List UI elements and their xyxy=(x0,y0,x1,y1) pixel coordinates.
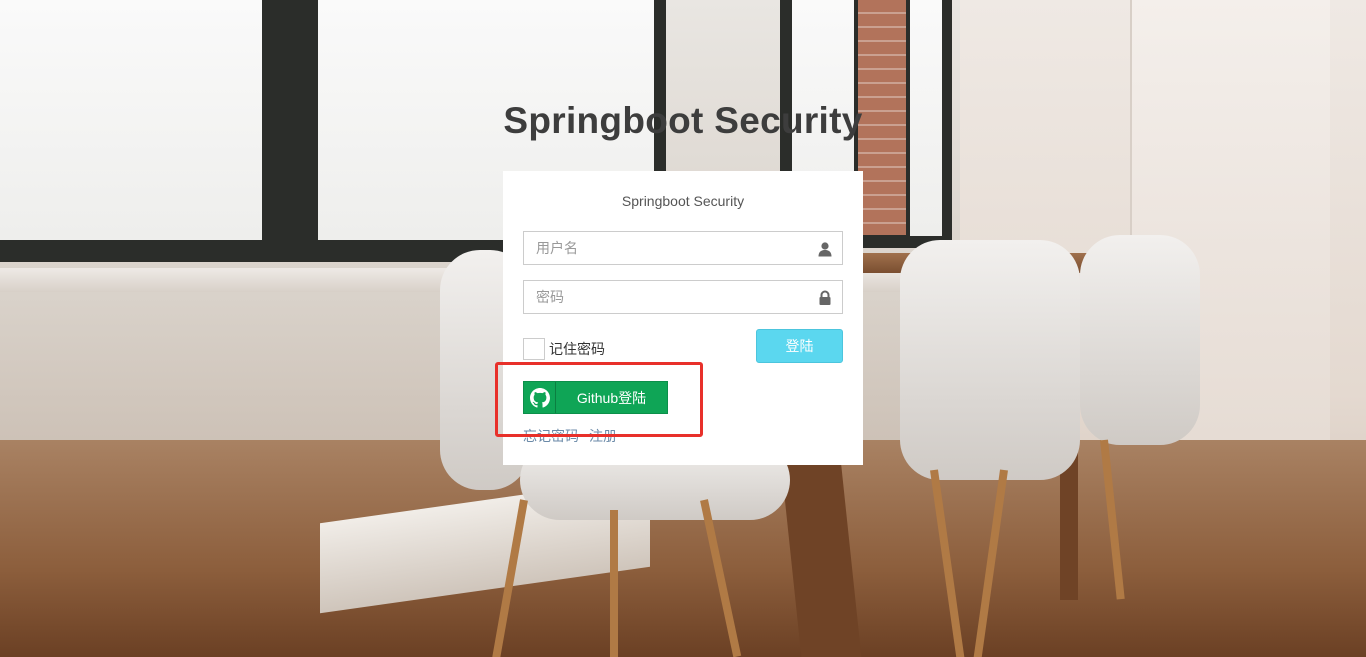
forgot-password-link[interactable]: 忘记密码 xyxy=(523,428,579,444)
password-input[interactable] xyxy=(524,281,842,313)
password-field[interactable] xyxy=(523,280,843,314)
user-icon xyxy=(817,241,833,257)
github-icon xyxy=(524,382,556,413)
login-panel: Springboot Security 记住密码 登陆 Gith xyxy=(503,171,863,465)
remember-password: 记住密码 xyxy=(523,338,605,360)
remember-label: 记住密码 xyxy=(549,341,605,357)
page-title: Springboot Security xyxy=(503,100,863,141)
github-login-button[interactable]: Github登陆 xyxy=(523,381,668,414)
chair xyxy=(900,240,1080,480)
username-input[interactable] xyxy=(524,232,842,264)
register-link[interactable]: 注册 xyxy=(589,428,617,444)
username-field[interactable] xyxy=(523,231,843,265)
github-login-label: Github登陆 xyxy=(576,389,647,406)
lock-icon xyxy=(817,290,833,306)
login-panel-title: Springboot Security xyxy=(621,193,745,209)
chair xyxy=(1080,235,1200,445)
remember-checkbox[interactable] xyxy=(523,338,545,360)
footer-links: 忘记密码 注册 xyxy=(523,426,617,446)
chair-leg xyxy=(610,510,618,657)
login-button[interactable]: 登陆 xyxy=(756,329,843,363)
